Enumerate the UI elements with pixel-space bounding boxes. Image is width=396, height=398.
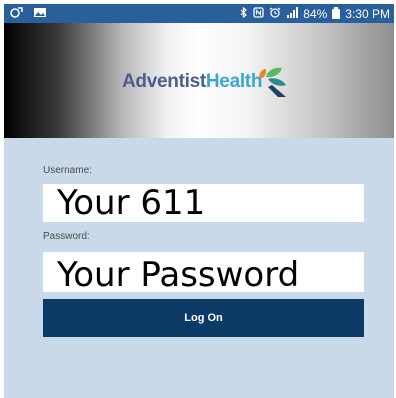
alarm-icon	[269, 7, 281, 21]
login-form: Username: Your 611 Password: Your Passwo…	[4, 138, 394, 398]
status-time: 3:30 PM	[345, 6, 390, 21]
nfc-icon	[253, 6, 264, 21]
log-on-button[interactable]: Log On	[43, 299, 364, 337]
signal-icon	[286, 6, 299, 21]
status-bar: 84% 3:30 PM	[4, 4, 394, 23]
logo-text: AdventistHealth	[122, 71, 262, 93]
battery-percent: 84%	[303, 6, 328, 21]
password-label: Password:	[43, 231, 90, 242]
image-icon	[33, 7, 47, 21]
logo-text-adventist: Adventist	[122, 71, 206, 92]
logo-leaf-icon	[259, 67, 287, 97]
battery-icon	[332, 6, 341, 19]
password-field[interactable]: Your Password	[43, 252, 364, 292]
status-left-icons	[10, 6, 47, 21]
notification-icon	[10, 6, 23, 21]
bluetooth-icon	[240, 6, 248, 21]
username-field[interactable]: Your 611	[43, 184, 364, 222]
header-banner: AdventistHealth	[4, 23, 394, 138]
status-right-icons: 84% 3:30 PM	[240, 6, 390, 21]
adventist-health-logo: AdventistHealth	[122, 65, 290, 99]
username-label: Username:	[43, 165, 92, 176]
